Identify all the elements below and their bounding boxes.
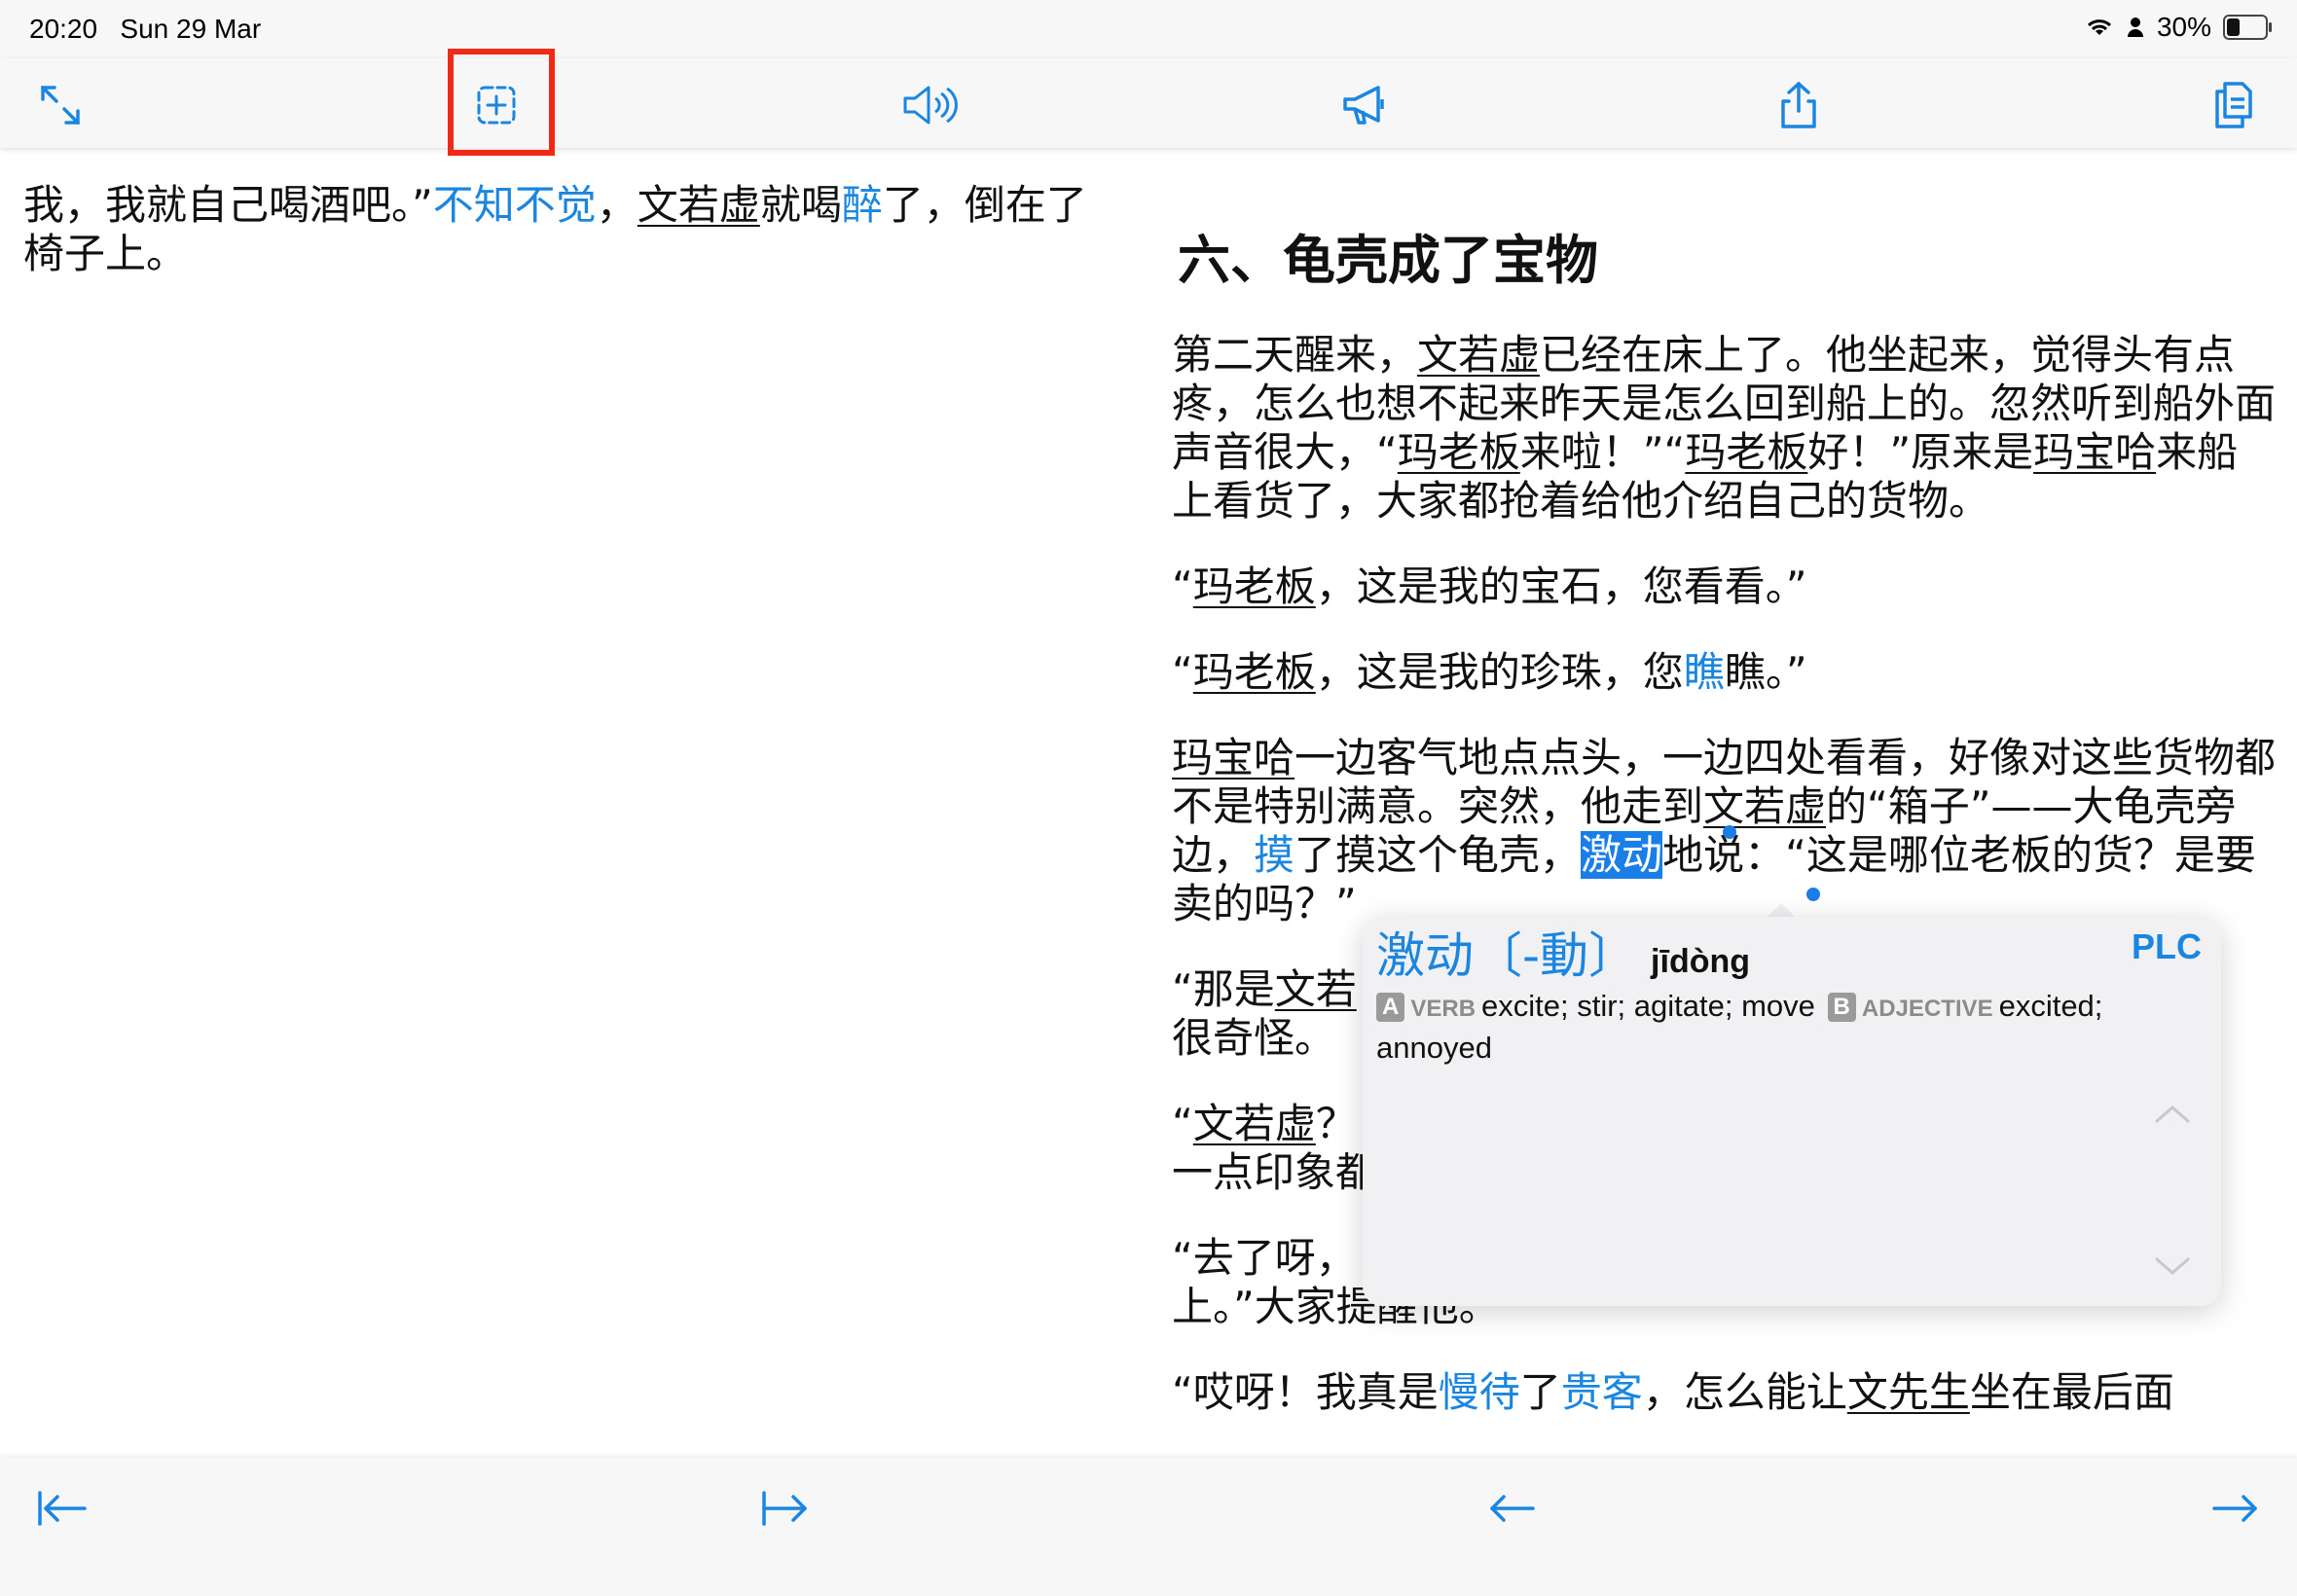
proper-name[interactable]: 文若虚 [638, 181, 760, 229]
text-run: 来啦！”“ [1519, 428, 1686, 476]
part-of-speech: VERB [1410, 996, 1477, 1022]
arrow-to-right-bar-icon [762, 1491, 807, 1526]
first-page-button[interactable] [27, 1479, 95, 1538]
text-run: “ [1172, 562, 1193, 610]
proper-name[interactable]: 文若 [1275, 965, 1357, 1013]
next-button[interactable] [2202, 1479, 2270, 1538]
top-toolbar [0, 58, 2297, 148]
vocab-word[interactable]: 不知不觉 [433, 181, 597, 229]
selection-end-handle[interactable] [1806, 888, 1820, 901]
battery-percent: 30% [2156, 12, 2211, 42]
text-run: “哎呀！我真是 [1172, 1368, 1439, 1416]
proper-name[interactable]: 玛宝哈 [2033, 428, 2156, 476]
popup-definitions: A VERB excite; stir; agitate; move B ADJECT… [1376, 987, 2143, 1068]
proper-name[interactable]: 文先生 [1847, 1368, 1970, 1416]
popup-source-button[interactable]: PLC [2132, 926, 2202, 967]
expand-icon [41, 86, 80, 125]
text-run: ，这是我的宝石，您看看。” [1315, 562, 1807, 610]
text-run: 一点印象都 [1172, 1148, 1377, 1196]
text-run: “那是 [1172, 965, 1275, 1013]
last-page-button[interactable] [751, 1479, 820, 1538]
text-run: “去了呀， [1172, 1234, 1357, 1282]
speak-button[interactable] [899, 76, 958, 134]
proper-name[interactable]: 文若虚 [1193, 1100, 1316, 1147]
paragraph: 第二天醒来，文若虚已经在床上了。他坐起来，觉得头有点疼，怎么也想不起来昨天是怎么… [1172, 331, 2278, 526]
vocab-word[interactable]: 慢待 [1439, 1368, 1520, 1416]
status-bar: 20:20 Sun 29 Mar 30% [0, 0, 2297, 58]
text-run: 瞧。” [1724, 648, 1807, 696]
proper-name[interactable]: 玛老板 [1685, 428, 1807, 476]
popup-headword: 激动 [1376, 927, 1474, 984]
copy-button[interactable] [2204, 76, 2262, 134]
megaphone-icon [1343, 86, 1384, 125]
text-run: ， [596, 181, 638, 229]
text-run: ？ [1315, 1100, 1357, 1147]
paragraph: “玛老板，这是我的珍珠，您瞧瞧。” [1172, 648, 2278, 697]
status-time: 20:20 Sun 29 Mar [29, 14, 262, 44]
proper-name[interactable]: 玛老板 [1193, 562, 1316, 610]
paragraph: “哎呀！我真是慢待了贵客，怎么能让文先生坐在最后面 [1172, 1368, 2278, 1417]
text-run: 好！”原来是 [1807, 428, 2034, 476]
paragraph: “玛老板，这是我的宝石，您看看。” [1172, 562, 2278, 611]
arrow-left-icon [1490, 1495, 1535, 1522]
proper-name[interactable]: 文若虚 [1703, 782, 1826, 830]
popup-pinyin: jīdòng [1651, 943, 1751, 980]
arrow-right-icon [2212, 1495, 2257, 1522]
proper-name[interactable]: 玛老板 [1193, 648, 1316, 696]
wifi-icon [2087, 19, 2111, 35]
person-icon [2127, 18, 2143, 37]
bottom-toolbar [0, 1458, 2297, 1596]
part-of-speech: ADJECTIVE [1861, 996, 1993, 1022]
vocab-word[interactable]: 贵客 [1561, 1368, 1643, 1416]
battery-icon [2223, 15, 2272, 40]
left-text-pane: 我，我就自己喝酒吧。”不知不觉，文若虚就喝醉了，倒在了椅子上。 [23, 181, 1123, 278]
vocab-word[interactable]: 瞧 [1684, 648, 1725, 696]
sense-tag: B [1827, 993, 1856, 1022]
definition-text: excite; stir; agitate; move [1481, 989, 1815, 1023]
speaker-icon [903, 86, 958, 125]
text-run: ，这是我的珍珠，您 [1315, 648, 1684, 696]
expand-button[interactable] [31, 76, 90, 134]
proper-name[interactable]: 文若虚 [1417, 331, 1540, 379]
sense-tag: A [1376, 993, 1405, 1022]
text-run: 了摸这个龟壳， [1294, 831, 1582, 879]
popup-headword-row: 激动 〔-動〕 jīdòng [1376, 917, 1750, 987]
dictionary-popup: 激动 〔-動〕 jīdòng PLC A VERB excite; stir; ag… [1363, 917, 2221, 1306]
status-indicators: 30% [2085, 12, 2272, 43]
text-run: “ [1172, 648, 1193, 696]
chapter-heading: 六、龟壳成了宝物 [1178, 230, 1598, 291]
proper-name[interactable]: 玛宝哈 [1172, 734, 1294, 781]
proper-name[interactable]: 玛老板 [1398, 428, 1520, 476]
announce-button[interactable] [1335, 76, 1394, 134]
highlight-annotation-box [448, 49, 555, 156]
text-run: 坐在最后面 [1969, 1368, 2174, 1416]
text-run: “ [1172, 1100, 1193, 1147]
arrow-to-left-bar-icon [38, 1491, 87, 1526]
copy-icon [2215, 82, 2252, 128]
share-button[interactable] [1769, 76, 1828, 134]
popup-traditional: 〔-動〕 [1474, 927, 1638, 984]
text-run: 我，我就自己喝酒吧。” [23, 181, 433, 229]
vocab-word[interactable]: 醉 [842, 181, 883, 229]
share-icon [1781, 82, 1816, 128]
chevron-up-icon[interactable] [2153, 1102, 2192, 1125]
text-run: 很奇怪。 [1172, 1014, 1336, 1062]
selected-word[interactable]: 激动 [1581, 831, 1663, 879]
vocab-word[interactable]: 摸 [1254, 831, 1294, 879]
text-run: 就喝 [759, 181, 842, 229]
text-run: 了 [1519, 1368, 1561, 1416]
previous-button[interactable] [1477, 1479, 1546, 1538]
selection-start-handle[interactable] [1723, 825, 1736, 839]
chevron-down-icon[interactable] [2153, 1255, 2192, 1279]
text-run: ，怎么能让 [1642, 1368, 1847, 1416]
text-run: 第二天醒来， [1172, 331, 1418, 379]
